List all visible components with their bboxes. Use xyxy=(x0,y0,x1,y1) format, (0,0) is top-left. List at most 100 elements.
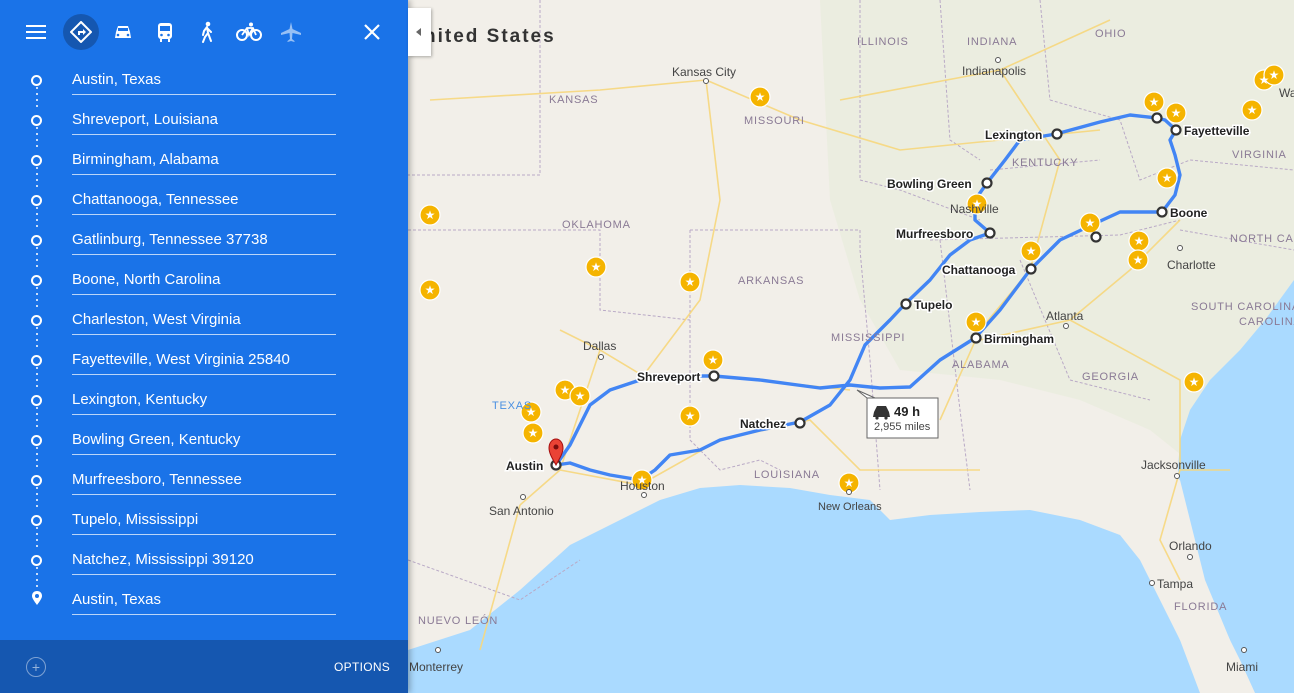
waypoint-input[interactable]: Natchez, Mississippi 39120 xyxy=(72,552,336,575)
svg-text:★: ★ xyxy=(685,409,696,423)
waypoint-input[interactable]: Chattanooga, Tennessee xyxy=(72,192,336,215)
waypoint-row[interactable]: Birmingham, Alabama xyxy=(0,140,408,187)
stop-label: Austin xyxy=(506,459,543,473)
city-label: Atlanta xyxy=(1046,309,1084,323)
svg-text:★: ★ xyxy=(971,315,982,329)
waypoint-row[interactable]: Tupelo, Mississippi xyxy=(0,500,408,547)
city-label: Orlando xyxy=(1169,539,1212,553)
stop-label: Tupelo xyxy=(914,298,952,312)
waypoint-row[interactable]: Fayetteville, West Virginia 25840 xyxy=(0,340,408,387)
waypoint-input[interactable]: Shreveport, Louisiana xyxy=(72,112,336,135)
svg-text:★: ★ xyxy=(1162,171,1173,185)
waypoint-row[interactable]: Gatlinburg, Tennessee 37738 xyxy=(0,220,408,267)
waypoint-row[interactable]: Murfreesboro, Tennessee xyxy=(0,460,408,507)
transit-icon[interactable] xyxy=(147,14,183,50)
best-route-icon[interactable] xyxy=(63,14,99,50)
waypoint-row[interactable]: Shreveport, Louisiana xyxy=(0,100,408,147)
waypoint-dot-icon xyxy=(31,555,42,566)
destination-pin-icon xyxy=(32,591,42,605)
waypoint-dot-icon xyxy=(31,195,42,206)
city-label: Tampa xyxy=(1157,577,1193,591)
directions-panel: Austin, Texas Shreveport, Louisiana Birmin… xyxy=(0,0,408,693)
waypoint-row[interactable]: Chattanooga, Tennessee xyxy=(0,180,408,227)
waypoint-input[interactable]: Gatlinburg, Tennessee 37738 xyxy=(72,232,336,255)
waypoint-row[interactable]: Austin, Texas xyxy=(0,60,408,107)
svg-text:★: ★ xyxy=(844,476,855,490)
waypoint-input[interactable]: Murfreesboro, Tennessee xyxy=(72,472,336,495)
driving-icon[interactable] xyxy=(105,14,141,50)
stop-label: Boone xyxy=(1170,206,1208,220)
svg-text:★: ★ xyxy=(685,275,696,289)
city-label: Charlotte xyxy=(1167,258,1216,272)
stop-label: Fayetteville xyxy=(1184,124,1250,138)
waypoint-row[interactable]: Charleston, West Virginia xyxy=(0,300,408,347)
waypoint-row[interactable]: Lexington, Kentucky xyxy=(0,380,408,427)
waypoint-row[interactable]: Natchez, Mississippi 39120 xyxy=(0,540,408,587)
stop-label: Chattanooga xyxy=(942,263,1016,277)
waypoint-input[interactable]: Tupelo, Mississippi xyxy=(72,512,336,535)
state-label: ILLINOIS xyxy=(857,36,909,48)
svg-text:★: ★ xyxy=(708,353,719,367)
svg-text:★: ★ xyxy=(1269,68,1280,82)
waypoint-dot-icon xyxy=(31,355,42,366)
waypoint-row[interactable]: Austin, Texas xyxy=(0,580,408,620)
city-label: Dallas xyxy=(583,339,616,353)
svg-text:★: ★ xyxy=(528,426,539,440)
state-label: LOUISIANA xyxy=(754,469,820,481)
svg-text:★: ★ xyxy=(575,389,586,403)
add-destination-icon[interactable]: + xyxy=(26,657,46,677)
svg-text:★: ★ xyxy=(591,260,602,274)
close-icon[interactable] xyxy=(354,14,390,50)
state-label: OHIO xyxy=(1095,28,1126,40)
city-label: Monterrey xyxy=(409,660,463,674)
state-label: NORTH CAROLINA xyxy=(1230,233,1294,245)
stop-label: Murfreesboro xyxy=(896,227,973,241)
state-label: TEXAS xyxy=(492,400,532,412)
city-label: Kansas City xyxy=(672,65,736,79)
waypoint-dot-icon xyxy=(31,235,42,246)
svg-text:★: ★ xyxy=(1026,244,1037,258)
state-label: INDIANA xyxy=(967,36,1017,48)
waypoint-input[interactable]: Bowling Green, Kentucky xyxy=(72,432,336,455)
waypoint-dot-icon xyxy=(31,395,42,406)
state-label: FLORIDA xyxy=(1174,601,1227,613)
waypoint-input[interactable]: Austin, Texas xyxy=(72,72,336,95)
walking-icon[interactable] xyxy=(189,14,225,50)
state-label: MISSOURI xyxy=(744,115,805,127)
menu-icon[interactable] xyxy=(18,14,54,50)
city-label: Houston xyxy=(620,479,665,493)
collapse-panel-button[interactable] xyxy=(408,8,431,56)
stop-label: Lexington xyxy=(985,128,1042,142)
svg-text:★: ★ xyxy=(1134,234,1145,248)
waypoint-input[interactable]: Boone, North Carolina xyxy=(72,272,336,295)
svg-text:★: ★ xyxy=(425,283,436,297)
waypoint-input[interactable]: Austin, Texas xyxy=(72,592,336,615)
state-label: OKLAHOMA xyxy=(562,219,631,231)
state-label: NUEVO LEÓN xyxy=(418,614,498,627)
svg-text:★: ★ xyxy=(1171,106,1182,120)
waypoint-input[interactable]: Charleston, West Virginia xyxy=(72,312,336,335)
waypoint-input[interactable]: Fayetteville, West Virginia 25840 xyxy=(72,352,336,375)
state-label-line2: CAROLINA xyxy=(1239,316,1294,328)
city-label: Jacksonville xyxy=(1141,458,1206,472)
flight-icon[interactable] xyxy=(273,14,309,50)
svg-text:★: ★ xyxy=(1189,375,1200,389)
waypoint-input[interactable]: Lexington, Kentucky xyxy=(72,392,336,415)
svg-text:★: ★ xyxy=(1149,95,1160,109)
waypoint-dot-icon xyxy=(31,435,42,446)
waypoint-dot-icon xyxy=(31,475,42,486)
city-label: San Antonio xyxy=(489,504,554,518)
state-label: ARKANSAS xyxy=(738,275,804,287)
svg-text:★: ★ xyxy=(560,383,571,397)
waypoint-dot-icon xyxy=(31,315,42,326)
waypoint-row[interactable]: Boone, North Carolina xyxy=(0,260,408,307)
waypoint-input[interactable]: Birmingham, Alabama xyxy=(72,152,336,175)
waypoint-dot-icon xyxy=(31,515,42,526)
city-label: Wa xyxy=(1279,86,1294,100)
waypoint-dot-icon xyxy=(31,275,42,286)
options-button[interactable]: OPTIONS xyxy=(334,660,390,674)
travel-mode-bar xyxy=(0,0,408,64)
waypoint-row[interactable]: Bowling Green, Kentucky xyxy=(0,420,408,467)
svg-text:★: ★ xyxy=(1247,103,1258,117)
cycling-icon[interactable] xyxy=(231,14,267,50)
